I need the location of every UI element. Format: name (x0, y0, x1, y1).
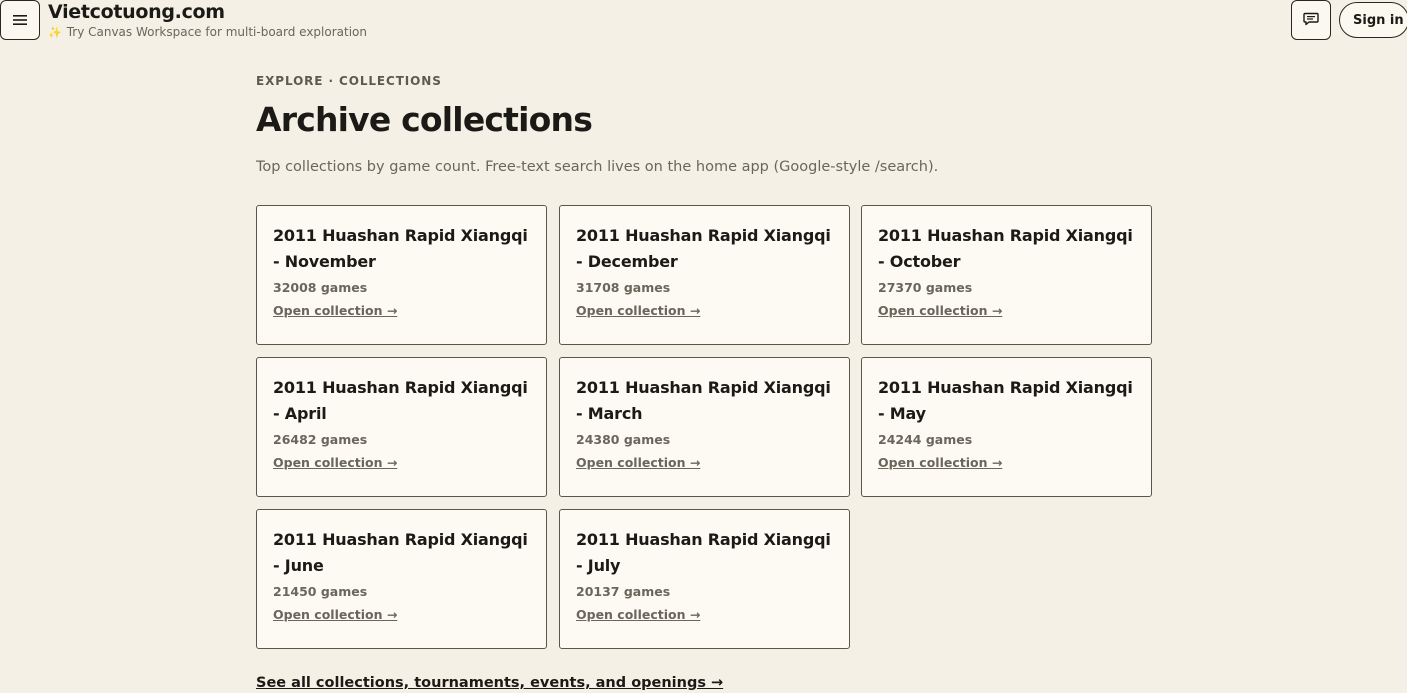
collection-title: 2011 Huashan Rapid Xiangqi - October (878, 226, 1133, 271)
menu-button[interactable] (0, 0, 40, 40)
collection-title: 2011 Huashan Rapid Xiangqi - June (273, 530, 528, 575)
collection-title: 2011 Huashan Rapid Xiangqi - May (878, 378, 1133, 423)
collection-title: 2011 Huashan Rapid Xiangqi - March (576, 378, 831, 423)
sign-in-button[interactable]: Sign in (1339, 2, 1407, 38)
collection-game-count: 24244 games (878, 432, 973, 447)
collection-card[interactable]: 2011 Huashan Rapid Xiangqi - March 24380… (559, 357, 850, 497)
collection-game-count: 20137 games (576, 584, 671, 599)
collection-game-count: 27370 games (878, 280, 973, 295)
collection-game-count: 31708 games (576, 280, 671, 295)
collection-game-count: 32008 games (273, 280, 368, 295)
collection-game-count: 21450 games (273, 584, 368, 599)
brand: Vietcotuong.com ✨ Try Canvas Workspace fo… (48, 1, 367, 41)
collection-card[interactable]: 2011 Huashan Rapid Xiangqi - July 20137 … (559, 509, 850, 649)
collection-card[interactable]: 2011 Huashan Rapid Xiangqi - April 26482… (256, 357, 547, 497)
breadcrumb: EXPLORE · COLLECTIONS (256, 74, 442, 88)
collection-card[interactable]: 2011 Huashan Rapid Xiangqi - May 24244 g… (861, 357, 1152, 497)
open-collection-link[interactable]: Open collection → (576, 607, 700, 623)
page-description: Top collections by game count. Free-text… (256, 159, 939, 175)
open-collection-link[interactable]: Open collection → (878, 455, 1002, 471)
open-collection-link[interactable]: Open collection → (273, 607, 397, 623)
collection-game-count: 26482 games (273, 432, 368, 447)
collection-title: 2011 Huashan Rapid Xiangqi - July (576, 530, 831, 575)
chat-bubble-icon (1303, 11, 1319, 30)
collection-title: 2011 Huashan Rapid Xiangqi - November (273, 226, 528, 271)
tip-text: Try Canvas Workspace for multi-board exp… (66, 25, 368, 39)
hamburger-menu-icon (13, 14, 27, 26)
collection-card[interactable]: 2011 Huashan Rapid Xiangqi - December 31… (559, 205, 850, 345)
collection-title: 2011 Huashan Rapid Xiangqi - April (273, 378, 528, 423)
collection-card[interactable]: 2011 Huashan Rapid Xiangqi - October 273… (861, 205, 1152, 345)
canvas-workspace-tip[interactable]: ✨ Try Canvas Workspace for multi-board ex… (48, 24, 367, 41)
collection-card[interactable]: 2011 Huashan Rapid Xiangqi - June 21450 … (256, 509, 547, 649)
page-title: Archive collections (256, 100, 593, 139)
feedback-button[interactable] (1291, 0, 1331, 40)
site-title[interactable]: Vietcotuong.com (48, 1, 367, 23)
open-collection-link[interactable]: Open collection → (273, 455, 397, 471)
top-bar: Vietcotuong.com ✨ Try Canvas Workspace fo… (0, 0, 1407, 44)
open-collection-link[interactable]: Open collection → (273, 303, 397, 319)
sparkles-icon: ✨ (48, 26, 62, 39)
collection-title: 2011 Huashan Rapid Xiangqi - December (576, 226, 831, 271)
open-collection-link[interactable]: Open collection → (878, 303, 1002, 319)
see-all-collections-link[interactable]: See all collections, tournaments, events… (256, 675, 723, 691)
open-collection-link[interactable]: Open collection → (576, 303, 700, 319)
collection-game-count: 24380 games (576, 432, 671, 447)
open-collection-link[interactable]: Open collection → (576, 455, 700, 471)
collection-card[interactable]: 2011 Huashan Rapid Xiangqi - November 32… (256, 205, 547, 345)
